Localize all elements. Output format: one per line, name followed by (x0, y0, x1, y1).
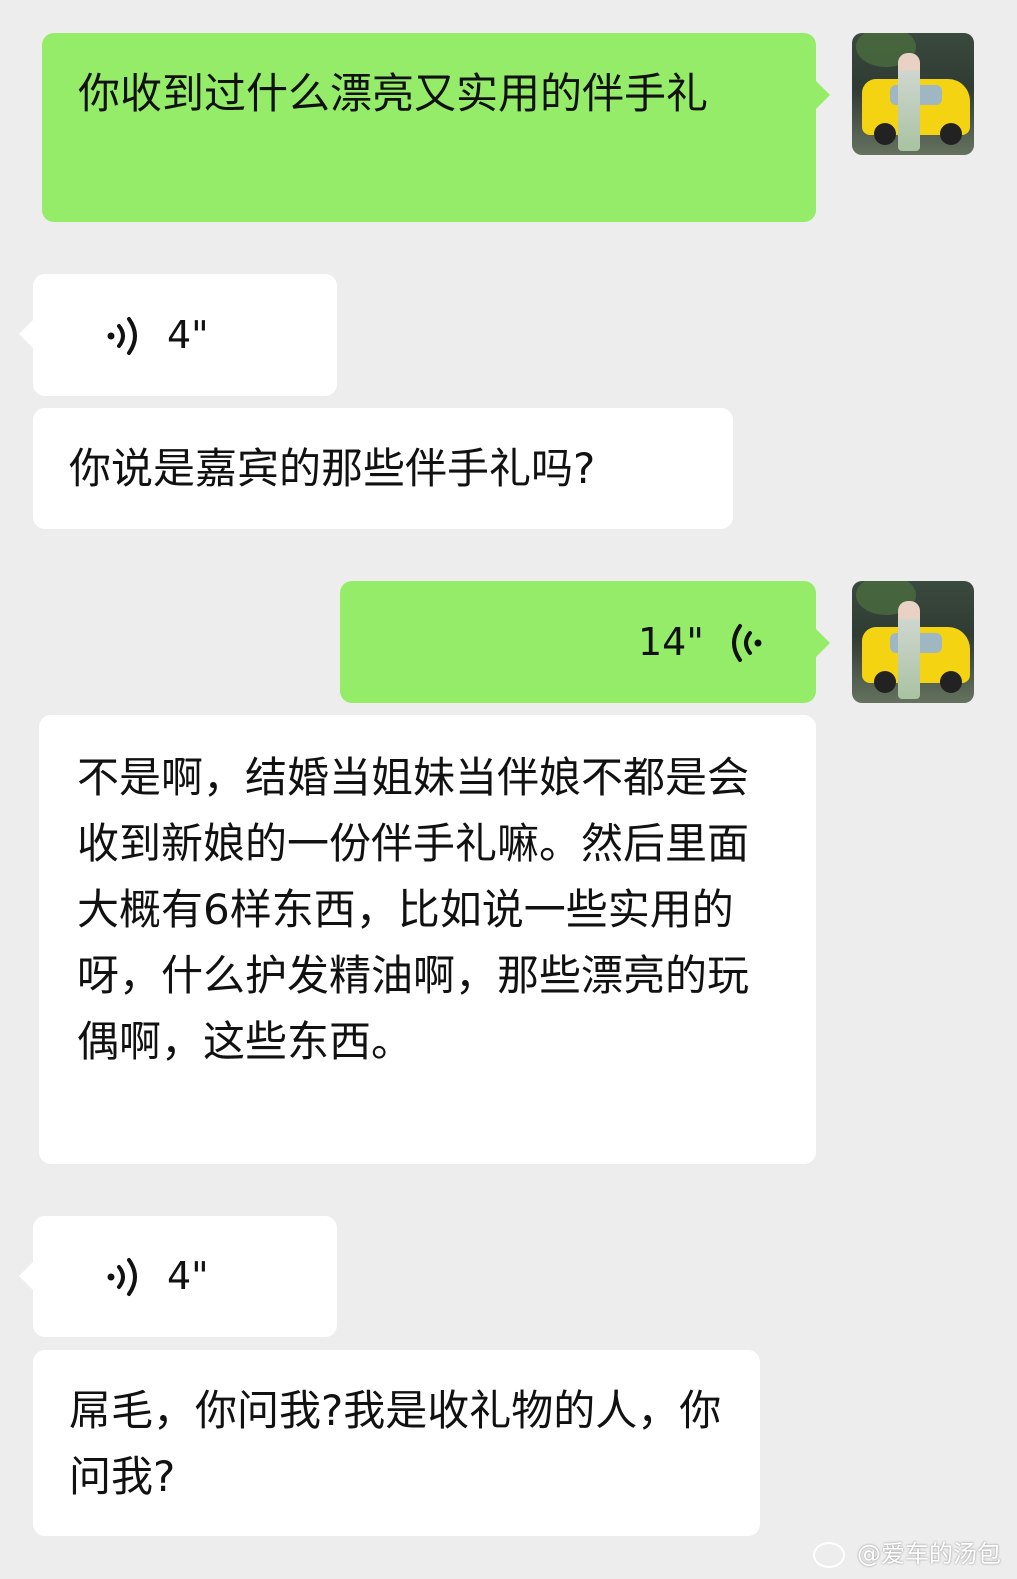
voice-wave-icon (107, 1258, 137, 1296)
voice-transcription-bubble[interactable]: 不是啊，结婚当姐妹当伴娘不都是会收到新娘的一份伴手礼嘛。然后里面大概有6样东西，… (39, 715, 816, 1164)
voice-wave-icon (732, 624, 762, 662)
weibo-icon (813, 1542, 846, 1568)
message-text: 你收到过什么漂亮又实用的伴手礼 (78, 69, 709, 118)
sent-voice-bubble[interactable]: 14" (340, 581, 830, 703)
sent-message-bubble[interactable]: 你收到过什么漂亮又实用的伴手礼 (42, 33, 830, 222)
watermark: @爱车的汤包 (813, 1534, 1001, 1569)
watermark-text: @爱车的汤包 (857, 1540, 1001, 1568)
voice-duration: 14" (638, 620, 704, 664)
voice-duration: 4" (167, 313, 209, 357)
transcription-text: 不是啊，结婚当姐妹当伴娘不都是会收到新娘的一份伴手礼嘛。然后里面大概有6样东西，… (77, 753, 750, 1066)
received-message-bubble[interactable]: 屌毛，你问我?我是收礼物的人，你问我? (33, 1350, 760, 1536)
user-avatar[interactable] (852, 581, 974, 703)
message-text: 屌毛，你问我?我是收礼物的人，你问我? (69, 1386, 722, 1501)
voice-duration: 4" (167, 1254, 209, 1298)
received-message-bubble[interactable]: 你说是嘉宾的那些伴手礼吗? (33, 408, 733, 529)
message-text: 你说是嘉宾的那些伴手礼吗? (69, 444, 596, 493)
voice-wave-icon (107, 317, 137, 355)
received-voice-bubble[interactable]: 4" (19, 274, 337, 396)
user-avatar[interactable] (852, 33, 974, 155)
received-voice-bubble[interactable]: 4" (19, 1216, 337, 1337)
